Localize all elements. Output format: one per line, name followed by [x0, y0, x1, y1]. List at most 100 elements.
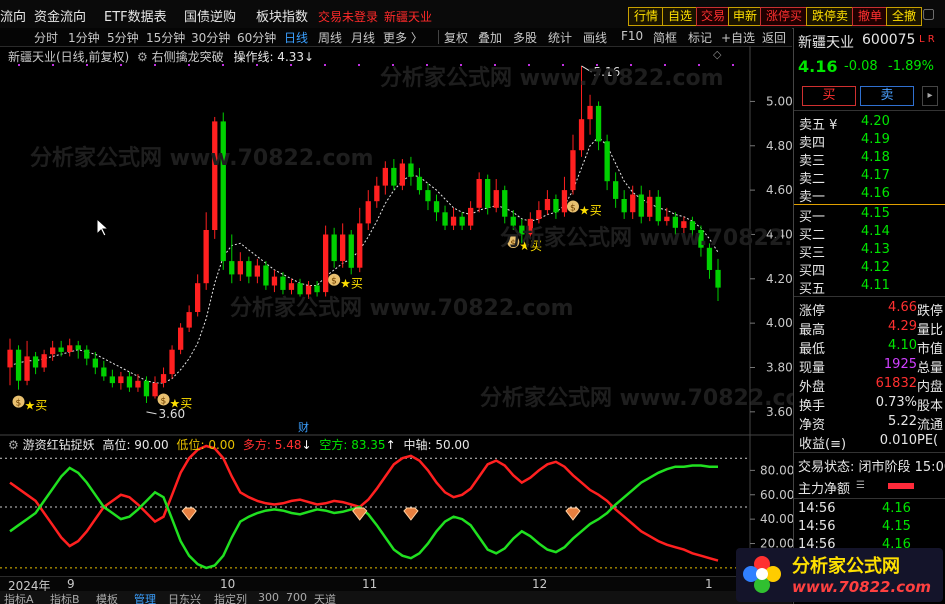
candle-body [630, 194, 636, 213]
login-status[interactable]: 交易未登录 [318, 8, 378, 25]
stat-row: 收益(≡) 0.010 PE( [799, 433, 944, 452]
candle [67, 338, 73, 357]
menu-item-capital-flow[interactable]: 资金流向 [34, 6, 86, 25]
trade-button[interactable]: 交易 [696, 7, 730, 26]
candle [357, 207, 363, 273]
bid-row-3[interactable]: 买三 4.13 [799, 242, 944, 261]
candle [510, 210, 516, 231]
bottom-tab[interactable]: 天道 [314, 591, 336, 604]
watchlist-button[interactable]: 自选 [662, 7, 698, 26]
red-diamond-icon [565, 507, 581, 521]
stat-row: 最低 4.10 市值 [799, 338, 944, 357]
candle-body [553, 199, 559, 213]
period-more[interactable]: 更多 〉 [383, 29, 423, 46]
bid-row-4[interactable]: 买四 4.12 [799, 260, 944, 279]
period-15min[interactable]: 15分钟 [146, 29, 185, 46]
stat-label-2: 总量 [917, 361, 944, 376]
period-5min[interactable]: 5分钟 [107, 29, 139, 46]
period-60min[interactable]: 60分钟 [237, 29, 276, 46]
stat-label-2: 量比 [917, 323, 944, 338]
marker-dot [460, 64, 462, 66]
candle-body [203, 230, 209, 284]
ask-row-1[interactable]: 卖一 4.16 [799, 186, 944, 205]
marker-dot [222, 64, 224, 66]
sell-button[interactable]: 卖 [860, 86, 914, 106]
tool-adjust[interactable]: 复权 [444, 29, 468, 46]
ask-row-2[interactable]: 卖二 4.17 [799, 168, 944, 187]
menu-item-reverse-repo[interactable]: 国债逆购 [184, 6, 236, 25]
candle-body [75, 345, 81, 350]
cancel-order-button[interactable]: 撤单 [852, 7, 888, 26]
bottom-tab[interactable]: 指标B [50, 591, 80, 604]
tool-simple-frame[interactable]: 简框 [653, 29, 677, 46]
marker-dot [358, 64, 360, 66]
candle [638, 185, 644, 224]
limit-up-buy-button[interactable]: 涨停买 [760, 7, 808, 26]
menu-item-flow[interactable]: 流向 [0, 6, 26, 25]
tool-statistics[interactable]: 统计 [548, 29, 572, 46]
bottom-tab[interactable]: 模板 [96, 591, 118, 604]
indicator-settings-icon[interactable]: ⚙ [8, 438, 19, 452]
window-restore-icon[interactable]: ▢ [922, 6, 940, 22]
main-flow-list-icon[interactable]: ☰ [856, 480, 865, 491]
bottom-tab[interactable]: 日东兴 [168, 591, 201, 604]
candle [203, 212, 209, 290]
indicator-bull: 多方: 5.48 [242, 438, 302, 452]
cancel-all-button[interactable]: 全撤 [886, 7, 922, 26]
candle-body [672, 216, 678, 228]
stat-label: 外盘 [799, 380, 826, 395]
indicator-name[interactable]: 游资红钻捉妖 [23, 438, 95, 452]
bottom-tab[interactable]: 300 [258, 591, 279, 604]
stat-value: 1925 [883, 357, 917, 372]
price-change: -0.08 [844, 59, 878, 74]
bid-row-2[interactable]: 买二 4.14 [799, 224, 944, 243]
tool-multi-stock[interactable]: 多股 [513, 29, 537, 46]
ask-row-5[interactable]: 卖五 ¥4.20 [799, 114, 944, 133]
candle [595, 101, 602, 151]
candle-body [348, 234, 354, 268]
bottom-tab[interactable]: 指定列 [214, 591, 247, 604]
ipo-button[interactable]: 申新 [728, 7, 762, 26]
tick-price: 4.15 [882, 519, 911, 534]
candle-body [510, 216, 516, 226]
candle [655, 190, 661, 226]
tool-mark[interactable]: 标记 [688, 29, 712, 46]
period-weekly[interactable]: 周线 [318, 29, 342, 46]
period-daily[interactable]: 日线 [284, 29, 308, 46]
candle [493, 179, 499, 213]
candle [408, 156, 414, 186]
period-monthly[interactable]: 月线 [351, 29, 375, 46]
stock-name: 新疆天业 [798, 35, 854, 51]
buy-signal: $ ★买 [328, 273, 363, 291]
side-scroll-button[interactable]: ▸ [922, 86, 938, 106]
bottom-tab[interactable]: 指标A [4, 591, 34, 604]
limit-down-sell-button[interactable]: 跌停卖 [806, 7, 854, 26]
buy-button[interactable]: 买 [802, 86, 856, 106]
candle-body [459, 216, 465, 226]
tool-draw-line[interactable]: 画线 [583, 29, 607, 46]
candle-body [442, 212, 448, 226]
tool-overlay[interactable]: 叠加 [478, 29, 502, 46]
candle [425, 183, 431, 211]
ask-row-4[interactable]: 卖四 4.19 [799, 132, 944, 151]
tool-f10[interactable]: F10 [621, 29, 643, 43]
candle [664, 207, 670, 226]
period-1min[interactable]: 1分钟 [68, 29, 100, 46]
tool-add-watchlist[interactable]: +自选 [721, 29, 755, 46]
bottom-tab[interactable]: 管理 [134, 591, 156, 604]
quote-button[interactable]: 行情 [628, 7, 664, 26]
bid-row-5[interactable]: 买五 4.11 [799, 278, 944, 297]
bottom-tab[interactable]: 700 [286, 591, 307, 604]
bid-row-1[interactable]: 买一 4.15 [799, 206, 944, 225]
period-intraday[interactable]: 分时 [34, 29, 58, 46]
period-30min[interactable]: 30分钟 [191, 29, 230, 46]
candle-body [655, 196, 661, 222]
price-change-pct: -1.89% [888, 59, 934, 74]
menu-item-sector-index[interactable]: 板块指数 [256, 6, 308, 25]
marker-dot [732, 64, 734, 66]
candle-body [67, 345, 73, 352]
tool-back[interactable]: 返回 [762, 29, 786, 46]
menu-item-etf-table[interactable]: ETF数据表 [104, 6, 167, 25]
stat-value: 5.22 [888, 414, 917, 429]
ask-row-3[interactable]: 卖三 4.18 [799, 150, 944, 169]
